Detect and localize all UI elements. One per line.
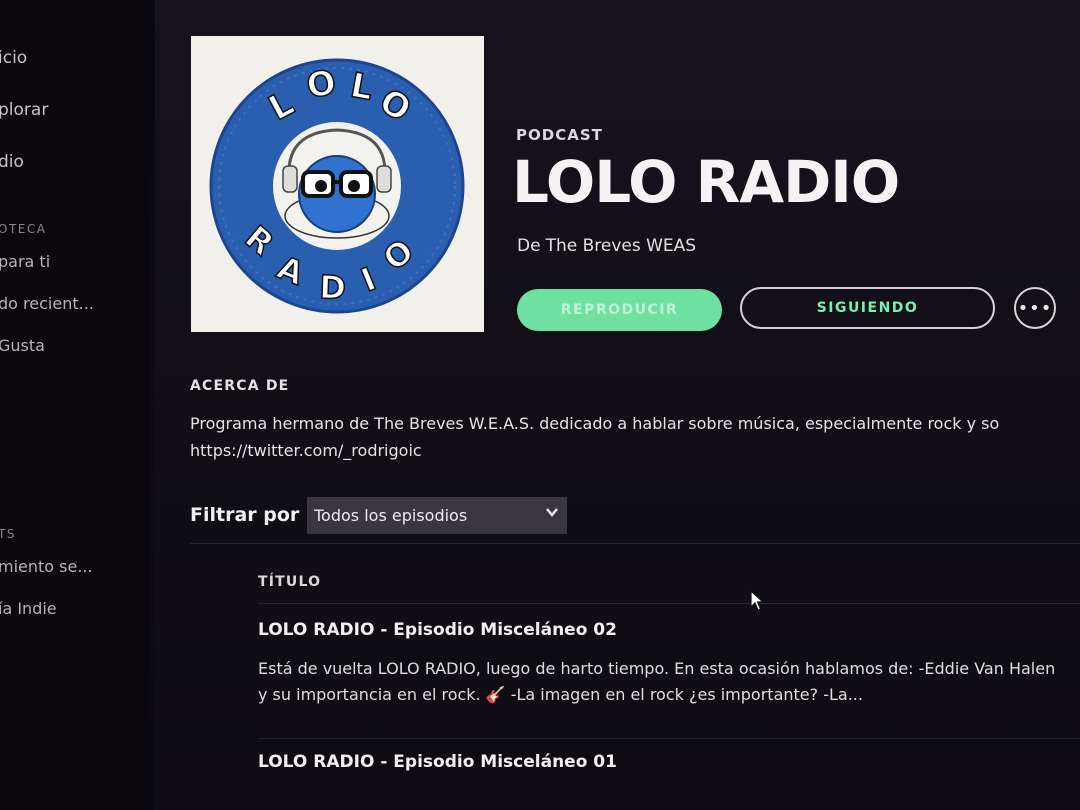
sidebar: icio plorar dio OTECA para ti do recient… (0, 0, 150, 810)
author-link[interactable]: The Breves WEAS (546, 236, 697, 256)
sidebar-item-made-for-you[interactable]: para ti (0, 252, 50, 271)
sidebar-item-liked[interactable]: Gusta (0, 336, 45, 355)
podcast-cover-image: L O L O R A D I O (191, 36, 484, 332)
chevron-down-icon (545, 505, 559, 523)
lolo-radio-logo: L O L O R A D I O (209, 58, 465, 314)
content-type-label: PODCAST (516, 126, 603, 144)
episode-title[interactable]: LOLO RADIO - Episodio Misceláneo 01 (258, 752, 1080, 772)
episode-filter-select[interactable]: Todos los episodios (307, 497, 567, 534)
sidebar-item-explorar[interactable]: plorar (0, 100, 48, 120)
sidebar-item-recently-played[interactable]: do recient... (0, 294, 94, 313)
sidebar-library-header: OTECA (0, 222, 47, 236)
episode-description: Está de vuelta LOLO RADIO, luego de hart… (258, 659, 1056, 704)
column-header-title[interactable]: TÍTULO (258, 574, 321, 590)
divider (258, 738, 1080, 739)
svg-text:D: D (319, 268, 347, 307)
about-link[interactable]: https://twitter.com/_rodrigoic (190, 437, 1080, 464)
play-button[interactable]: REPRODUCIR (517, 289, 722, 331)
divider (258, 603, 1080, 604)
about-heading: ACERCA DE (190, 378, 290, 394)
sidebar-playlist-item[interactable]: ía Indie (0, 599, 57, 618)
mouse-cursor-icon (750, 589, 766, 612)
ellipsis-icon: ••• (1017, 297, 1053, 319)
sidebar-playlist-item[interactable]: miento se... (0, 557, 93, 576)
sidebar-item-inicio[interactable]: icio (0, 48, 27, 68)
podcast-author: De The Breves WEAS (517, 236, 696, 256)
filter-label: Filtrar por (190, 504, 300, 526)
author-prefix: De (517, 236, 541, 256)
sidebar-item-radio[interactable]: dio (0, 152, 24, 172)
divider (190, 543, 1080, 544)
episode-title[interactable]: LOLO RADIO - Episodio Misceláneo 02 (258, 620, 1080, 640)
more-options-button[interactable]: ••• (1014, 287, 1056, 329)
about-description: Programa hermano de The Breves W.E.A.S. … (190, 410, 1080, 464)
sidebar-playlists-header: TS (0, 527, 16, 541)
about-line: Programa hermano de The Breves W.E.A.S. … (190, 414, 1000, 433)
episode-row[interactable]: LOLO RADIO - Episodio Misceláneo 01 (258, 752, 1080, 772)
episode-row[interactable]: LOLO RADIO - Episodio Misceláneo 02 Está… (258, 620, 1080, 708)
page-title: LOLO RADIO (512, 148, 900, 216)
follow-button[interactable]: SIGUIENDO (740, 287, 995, 329)
filter-selected-value: Todos los episodios (314, 506, 468, 525)
